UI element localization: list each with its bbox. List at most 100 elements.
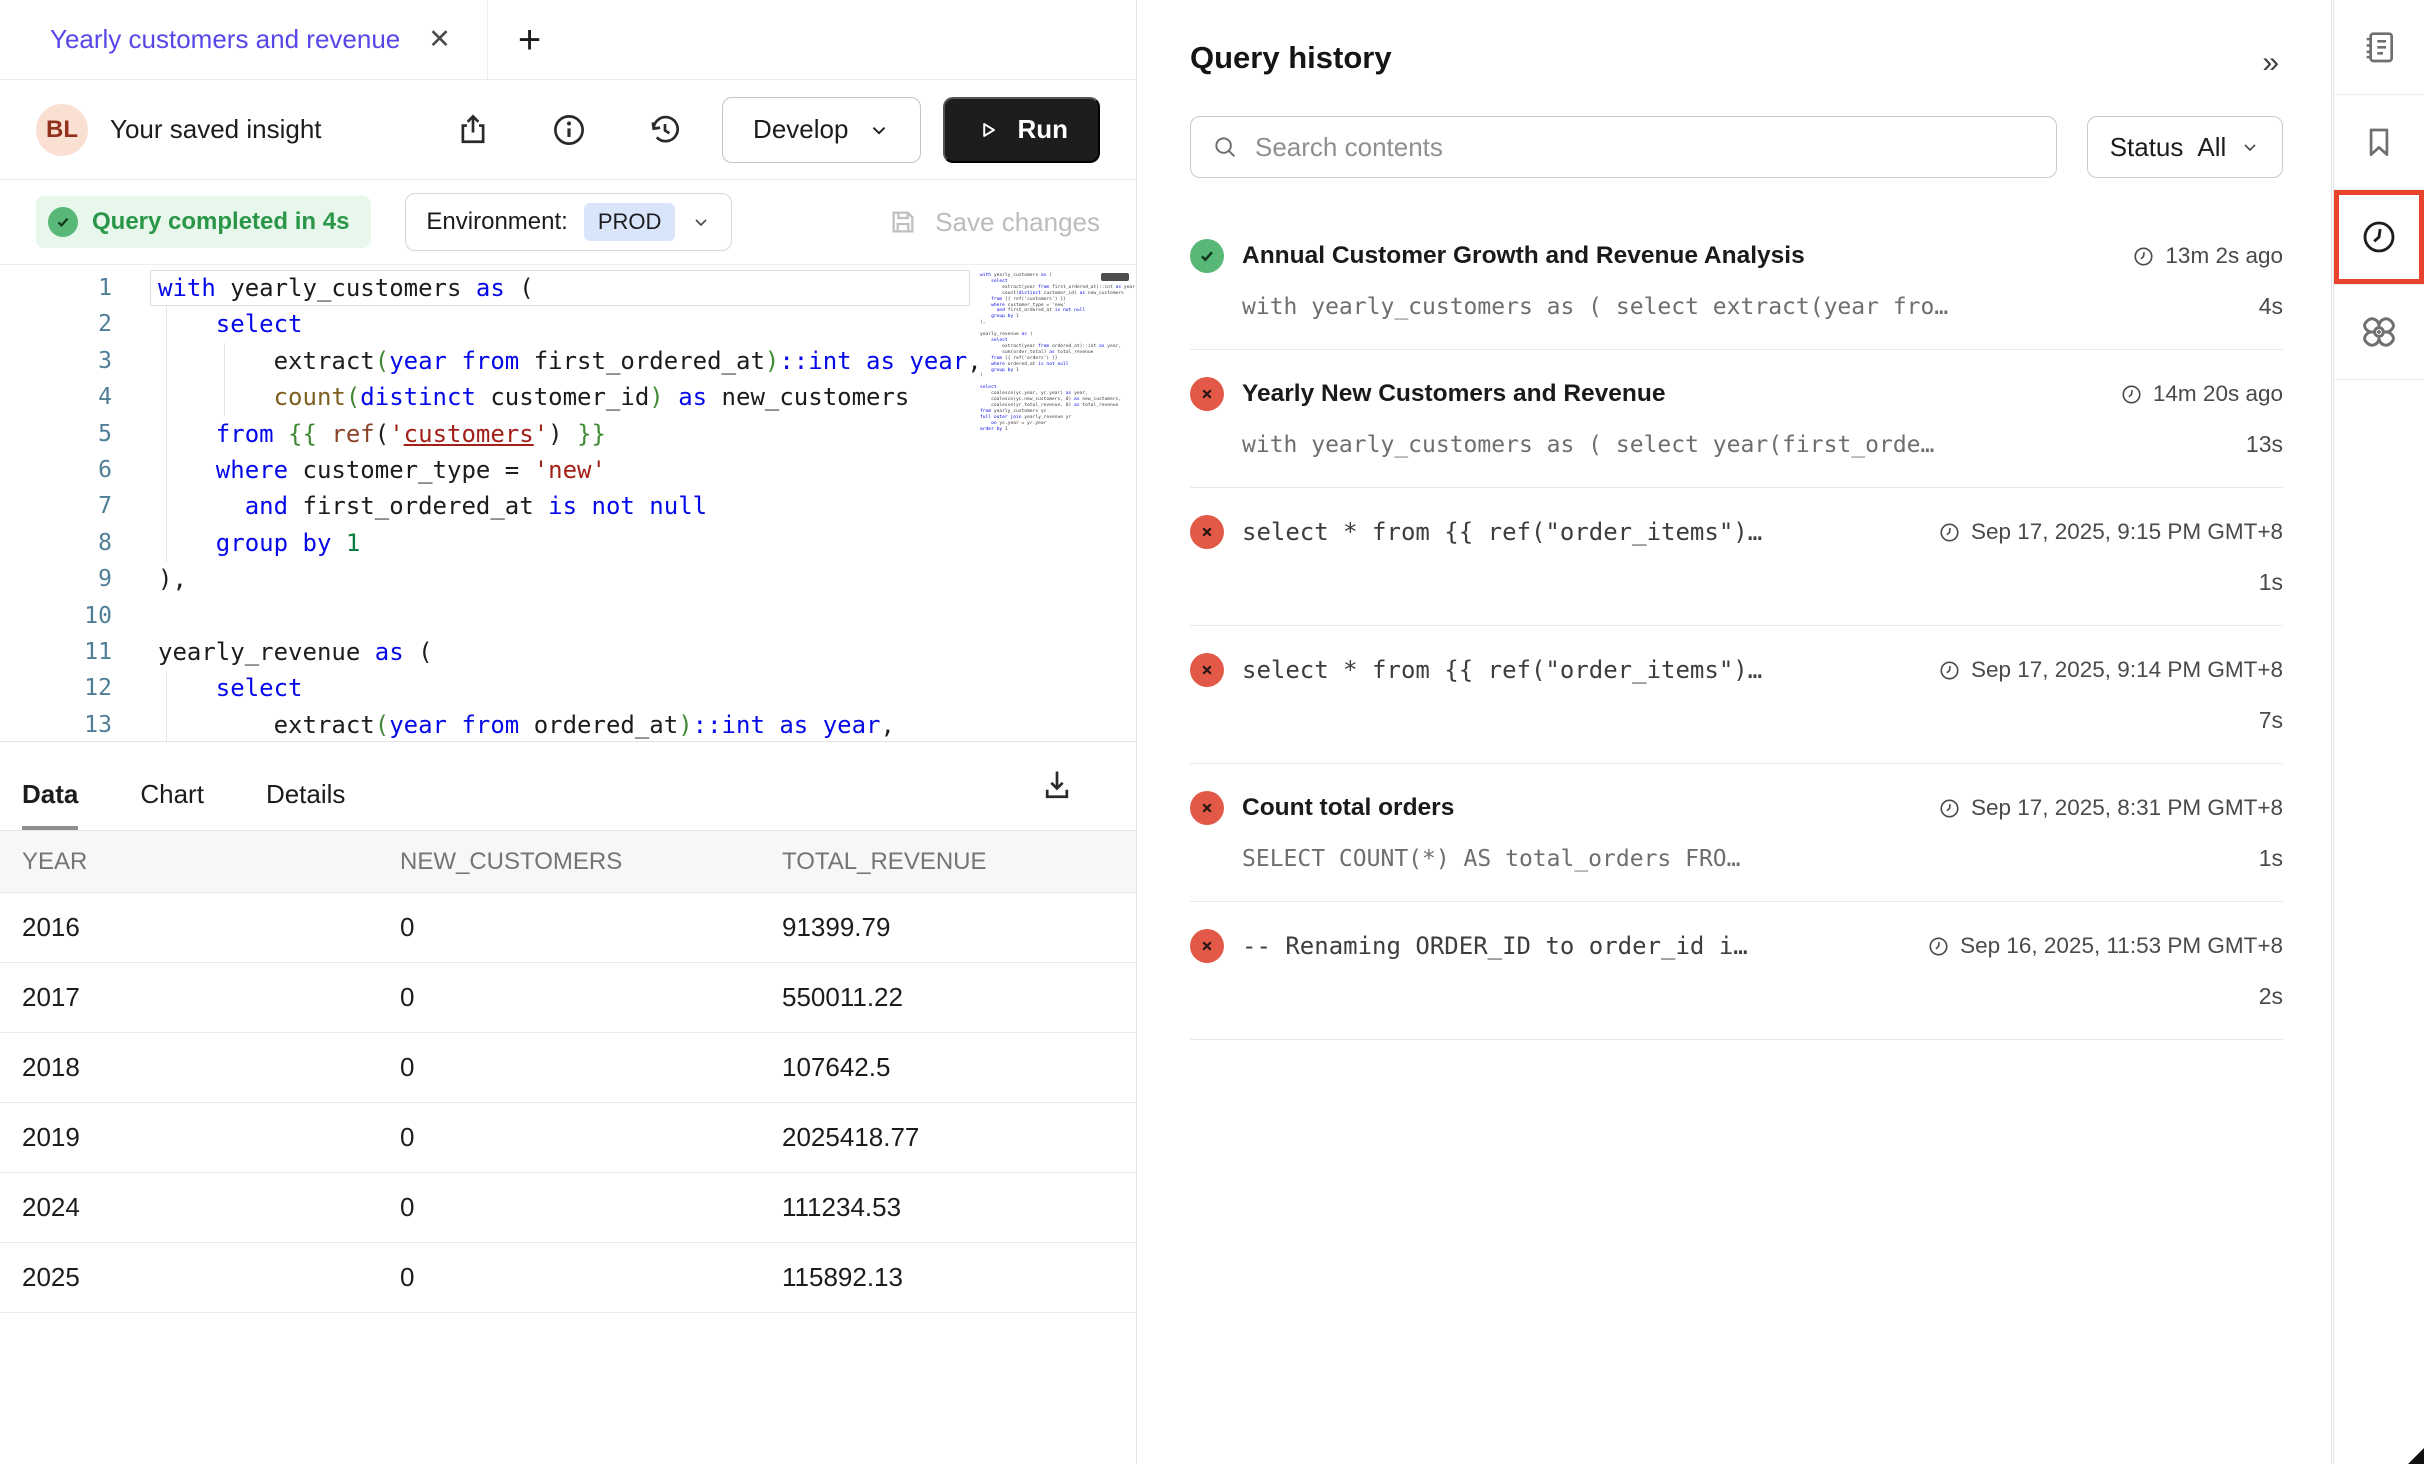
editor-line[interactable]: 12 select: [0, 670, 1136, 706]
code-text: where customer_type = 'new': [158, 452, 606, 488]
editor-line[interactable]: 1with yearly_customers as (: [0, 270, 1136, 306]
history-item-title: Count total orders: [1242, 794, 1920, 822]
resize-grip[interactable]: [2408, 1448, 2424, 1464]
editor-line[interactable]: 8 group by 1: [0, 525, 1136, 561]
timestamp-text: 13m 2s ago: [2165, 243, 2283, 269]
run-button[interactable]: Run: [943, 97, 1100, 163]
develop-button[interactable]: Develop: [722, 97, 921, 163]
tab-title: Yearly customers and revenue: [50, 24, 400, 55]
indent-guide: [166, 671, 167, 741]
code-text: with yearly_customers as (: [158, 270, 534, 306]
editor-scrollbar-thumb[interactable]: [1101, 273, 1129, 281]
history-item-query-preview: with yearly_customers as ( select extrac…: [1242, 294, 2259, 320]
search-box[interactable]: [1190, 116, 2057, 178]
line-number: 10: [0, 598, 112, 634]
lineage-icon: [2358, 311, 2400, 353]
search-input[interactable]: [1255, 132, 2036, 163]
editor-line[interactable]: 10: [0, 598, 1136, 634]
table-row[interactable]: 20180107642.5: [0, 1033, 1136, 1103]
new-tab-button[interactable]: +: [518, 20, 541, 60]
editor-minimap[interactable]: with yearly_customers as ( select extrac…: [980, 273, 1102, 432]
error-x-icon: [1190, 929, 1224, 963]
editor-line[interactable]: 5 from {{ ref('customers') }}: [0, 416, 1136, 452]
history-item-duration: 1s: [2259, 569, 2283, 596]
history-item-row: select * from {{ ref("order_items")…Sep …: [1190, 515, 2283, 549]
run-label: Run: [1017, 114, 1068, 145]
develop-label: Develop: [753, 114, 848, 145]
code-text: ),: [158, 561, 187, 597]
save-changes-button[interactable]: Save changes: [887, 206, 1100, 238]
version-history-icon[interactable]: [646, 111, 684, 149]
tab-details[interactable]: Details: [266, 779, 345, 830]
history-item-row: Count total ordersSep 17, 2025, 8:31 PM …: [1190, 791, 2283, 825]
editor-line[interactable]: 2 select: [0, 306, 1136, 342]
table-row[interactable]: 2016091399.79: [0, 893, 1136, 963]
editor-line[interactable]: 4 count(distinct customer_id) as new_cus…: [0, 379, 1136, 415]
line-number: 4: [0, 379, 112, 415]
editor-line[interactable]: 13 extract(year from ordered_at)::int as…: [0, 707, 1136, 742]
sidebar-item-lineage[interactable]: [2334, 285, 2424, 380]
sql-code-editor[interactable]: 1with yearly_customers as (2 select3 ext…: [0, 265, 1136, 742]
query-status-text: Query completed in 4s: [92, 208, 349, 236]
code-text: from {{ ref('customers') }}: [158, 416, 606, 452]
editor-line[interactable]: 9),: [0, 561, 1136, 597]
code-text: and first_ordered_at is not null: [158, 488, 707, 524]
info-icon[interactable]: [550, 111, 588, 149]
indent-guide: [224, 343, 225, 416]
table-cell: 2019: [22, 1122, 400, 1153]
history-item-row: SELECT COUNT(*) AS total_orders FRO…1s: [1190, 845, 2283, 872]
line-number: 12: [0, 670, 112, 706]
history-item-title: select * from {{ ref("order_items")…: [1242, 518, 1920, 546]
code-text: group by 1: [158, 525, 360, 561]
history-item[interactable]: select * from {{ ref("order_items")…Sep …: [1190, 488, 2283, 626]
table-cell: 2025418.77: [782, 1122, 1136, 1153]
table-row[interactable]: 20250115892.13: [0, 1243, 1136, 1313]
sidebar-item-bookmarks[interactable]: [2334, 95, 2424, 190]
history-item-row: with yearly_customers as ( select year(f…: [1190, 431, 2283, 458]
editor-line[interactable]: 11yearly_revenue as (: [0, 634, 1136, 670]
history-item-query-preview: with yearly_customers as ( select year(f…: [1242, 432, 2246, 458]
table-cell: 115892.13: [782, 1262, 1136, 1293]
tab-close-icon[interactable]: ✕: [428, 26, 451, 53]
bookmark-icon: [2360, 123, 2398, 161]
history-item[interactable]: select * from {{ ref("order_items")…Sep …: [1190, 626, 2283, 764]
error-x-icon: [1190, 515, 1224, 549]
code-text: extract(year from ordered_at)::int as ye…: [158, 707, 895, 742]
code-text: select: [158, 306, 303, 342]
tab-chart[interactable]: Chart: [140, 779, 204, 830]
status-filter-dropdown[interactable]: Status All: [2087, 116, 2283, 178]
code-text: select: [158, 670, 303, 706]
tab-yearly-customers[interactable]: Yearly customers and revenue ✕: [0, 0, 488, 79]
history-item-row: select * from {{ ref("order_items")…Sep …: [1190, 653, 2283, 687]
table-cell: 2017: [22, 982, 400, 1013]
sidebar-item-notebook[interactable]: [2334, 0, 2424, 95]
history-item-row: with yearly_customers as ( select extrac…: [1190, 293, 2283, 320]
chevron-down-icon: [2240, 137, 2260, 157]
table-row[interactable]: 201902025418.77: [0, 1103, 1136, 1173]
collapse-panel-icon[interactable]: »: [2262, 48, 2279, 78]
sidebar-item-query-history[interactable]: [2334, 190, 2424, 285]
table-row[interactable]: 20240111234.53: [0, 1173, 1136, 1243]
line-number: 5: [0, 416, 112, 452]
history-clock-icon: [2359, 217, 2399, 257]
table-cell: 0: [400, 1192, 782, 1223]
environment-select[interactable]: Environment: PROD: [405, 193, 732, 251]
table-row[interactable]: 20170550011.22: [0, 963, 1136, 1033]
share-icon[interactable]: [454, 111, 492, 149]
save-icon: [887, 206, 919, 238]
history-item[interactable]: -- Renaming ORDER_ID to order_id i…Sep 1…: [1190, 902, 2283, 1040]
history-item[interactable]: Annual Customer Growth and Revenue Analy…: [1190, 212, 2283, 350]
table-cell: 550011.22: [782, 982, 1136, 1013]
editor-line[interactable]: 7 and first_ordered_at is not null: [0, 488, 1136, 524]
download-icon[interactable]: [1038, 766, 1076, 804]
editor-line[interactable]: 6 where customer_type = 'new': [0, 452, 1136, 488]
history-item-title: select * from {{ ref("order_items")…: [1242, 656, 1920, 684]
line-number: 7: [0, 488, 112, 524]
table-cell: 0: [400, 1262, 782, 1293]
history-item[interactable]: Yearly New Customers and Revenue14m 20s …: [1190, 350, 2283, 488]
editor-line[interactable]: 3 extract(year from first_ordered_at)::i…: [0, 343, 1136, 379]
history-item-row: 2s: [1190, 983, 2283, 1010]
line-number: 3: [0, 343, 112, 379]
history-item[interactable]: Count total ordersSep 17, 2025, 8:31 PM …: [1190, 764, 2283, 902]
tab-data[interactable]: Data: [22, 779, 78, 830]
